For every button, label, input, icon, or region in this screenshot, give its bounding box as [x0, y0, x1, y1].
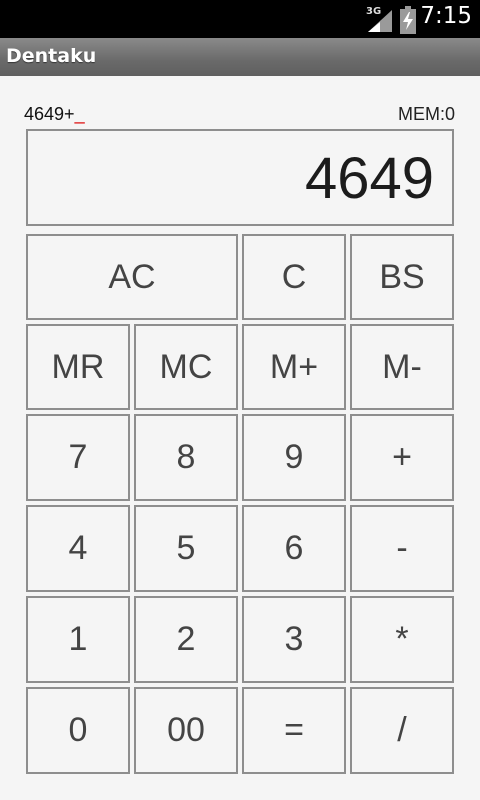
app-title: Dentaku — [6, 45, 97, 67]
all-clear-button[interactable]: AC — [26, 234, 238, 320]
equals-button[interactable]: = — [242, 687, 346, 774]
backspace-button[interactable]: BS — [350, 234, 454, 320]
memory-minus-button[interactable]: M- — [350, 324, 454, 410]
memory-indicator: MEM:0 — [397, 104, 455, 124]
digit-4-button[interactable]: 4 — [26, 505, 130, 592]
memory-clear-button[interactable]: MC — [134, 324, 238, 410]
expression-text: 4649+ — [24, 104, 75, 124]
digit-0-button[interactable]: 0 — [26, 687, 130, 774]
multiply-button[interactable]: * — [350, 596, 454, 683]
divide-button[interactable]: / — [350, 687, 454, 774]
battery-charging-icon — [400, 6, 416, 34]
digit-8-button[interactable]: 8 — [134, 414, 238, 501]
input-cursor: _ — [74, 104, 85, 124]
digit-6-button[interactable]: 6 — [242, 505, 346, 592]
digit-2-button[interactable]: 2 — [134, 596, 238, 683]
digit-1-button[interactable]: 1 — [26, 596, 130, 683]
result-value: 4649 — [304, 146, 434, 211]
memory-recall-button[interactable]: MR — [26, 324, 130, 410]
plus-button[interactable]: + — [350, 414, 454, 501]
app-title-bar: Dentaku — [0, 38, 480, 76]
digit-9-button[interactable]: 9 — [242, 414, 346, 501]
digit-3-button[interactable]: 3 — [242, 596, 346, 683]
digit-5-button[interactable]: 5 — [134, 505, 238, 592]
minus-button[interactable]: - — [350, 505, 454, 592]
expression-line: 4649+_ — [24, 104, 85, 125]
signal-icon — [368, 10, 392, 32]
double-zero-button[interactable]: 00 — [134, 687, 238, 774]
clock-time: 7:15 — [420, 3, 472, 29]
status-bar: 3G 7:15 — [0, 0, 480, 38]
digit-7-button[interactable]: 7 — [26, 414, 130, 501]
clear-button[interactable]: C — [242, 234, 346, 320]
result-display: 4649 — [26, 129, 454, 226]
memory-plus-button[interactable]: M+ — [242, 324, 346, 410]
